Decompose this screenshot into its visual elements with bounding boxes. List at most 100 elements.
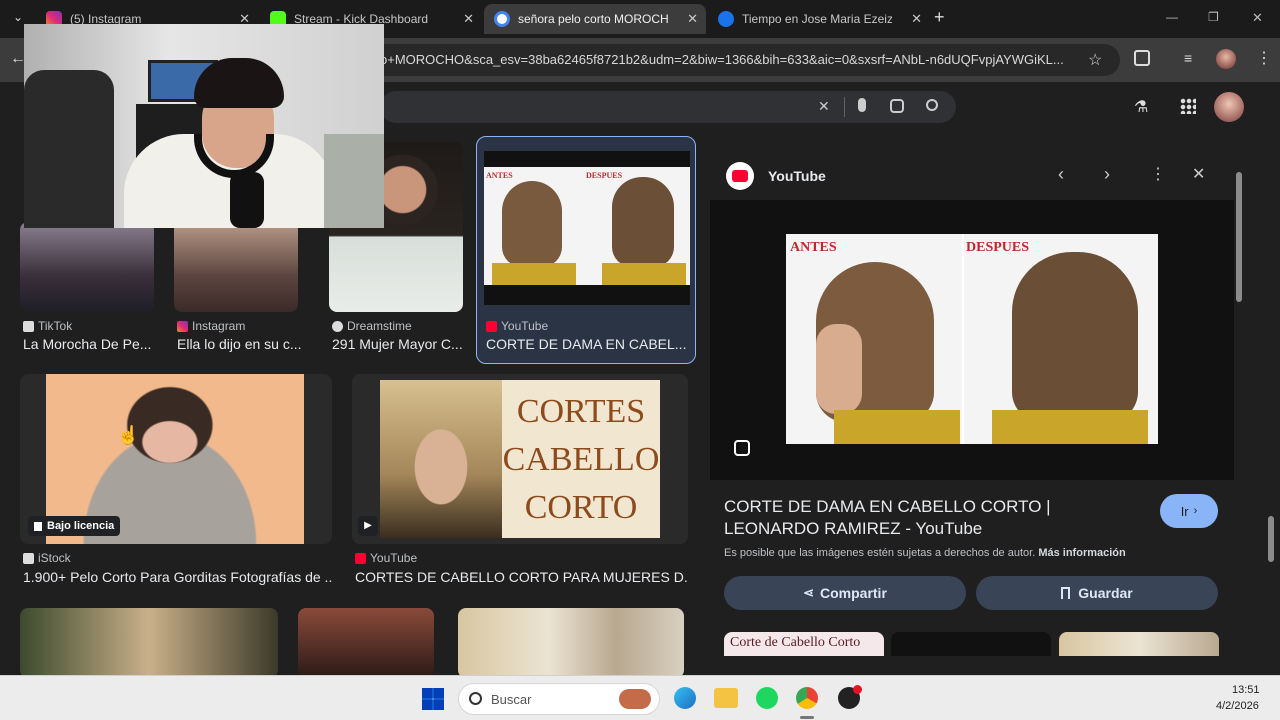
minimize-button[interactable]: — <box>1166 10 1178 24</box>
edge-icon[interactable] <box>674 687 696 709</box>
account-avatar[interactable] <box>1214 92 1244 122</box>
result-title[interactable]: 291 Mujer Mayor C... <box>332 336 472 352</box>
youtube-icon <box>486 320 497 332</box>
result-card-youtube-cortes[interactable]: CORTES CABELLO CORTO ▶ <box>352 374 688 544</box>
divider <box>844 97 845 117</box>
result-source: TikTok <box>23 319 72 333</box>
close-tab-icon[interactable]: ✕ <box>463 11 474 27</box>
previous-result-icon[interactable]: ‹ <box>1058 164 1064 185</box>
media-controls-icon[interactable]: ≡ <box>1184 50 1192 66</box>
related-label: Corte de Cabello Corto <box>730 635 861 650</box>
preview-antes-label: ANTES <box>790 240 837 255</box>
result-source: Instagram <box>177 319 245 333</box>
result-source: YouTube <box>355 551 417 565</box>
lens-icon[interactable] <box>734 440 750 456</box>
maximize-button[interactable]: ❐ <box>1208 10 1219 24</box>
close-tab-icon[interactable]: ✕ <box>911 11 922 27</box>
save-button[interactable]: Guardar <box>976 576 1218 610</box>
more-options-icon[interactable]: ⋮ <box>1150 164 1166 184</box>
result-title[interactable]: 1.900+ Pelo Corto Para Gorditas Fotograf… <box>23 569 333 585</box>
scarf-before <box>834 410 960 444</box>
lens-search-icon[interactable] <box>890 99 904 113</box>
cortes-text: CORTES CABELLO CORTO <box>502 388 660 532</box>
share-label: Compartir <box>820 585 887 601</box>
apps-grid-icon[interactable] <box>1180 98 1196 114</box>
windows-start-icon[interactable] <box>422 688 444 710</box>
instagram-icon <box>177 320 188 332</box>
taskbar-time[interactable]: 13:51 <box>1232 684 1260 696</box>
share-icon: ⋖ <box>803 585 814 600</box>
extensions-icon[interactable] <box>1134 50 1150 66</box>
scarf-after <box>992 410 1148 444</box>
thumb-image: ANTES DESPUES <box>484 167 690 285</box>
taskbar-date[interactable]: 4/2/2026 <box>1216 700 1259 712</box>
notification-dot <box>853 685 862 694</box>
source-label: Instagram <box>192 319 246 333</box>
more-info-link[interactable]: Más información <box>1038 547 1125 559</box>
page-scrollbar[interactable] <box>1268 516 1274 562</box>
result-title[interactable]: Ella lo dijo en su c... <box>177 336 317 352</box>
face-image <box>380 380 502 538</box>
result-thumbnail[interactable] <box>298 608 434 675</box>
labs-flask-icon[interactable]: ⚗ <box>1134 97 1148 117</box>
share-button[interactable]: ⋖ Compartir <box>724 576 966 610</box>
result-source: YouTube <box>486 319 548 333</box>
mouse-cursor-icon: ☝ <box>117 425 140 445</box>
right-side-object <box>324 134 384 228</box>
bookmark-icon <box>1061 587 1071 599</box>
active-app-indicator <box>800 716 814 719</box>
result-thumbnail[interactable] <box>458 608 684 675</box>
chair <box>24 70 114 228</box>
voice-search-icon[interactable] <box>858 98 866 112</box>
close-panel-icon[interactable]: ✕ <box>1192 164 1205 184</box>
result-title[interactable]: CORTES DE CABELLO CORTO PARA MUJERES D..… <box>355 569 687 585</box>
preview-image-frame[interactable]: ANTES DESPUES <box>710 200 1234 480</box>
search-box[interactable]: ✕ <box>380 91 956 123</box>
panel-title[interactable]: CORTE DE DAMA EN CABELLO CORTO | LEONARD… <box>724 496 1144 540</box>
image-divider <box>962 234 964 444</box>
more-menu-icon[interactable]: ⋮ <box>1256 48 1272 68</box>
visit-button[interactable]: Ir › <box>1160 494 1218 528</box>
visit-label: Ir <box>1180 503 1189 519</box>
related-thumbnail[interactable] <box>1059 632 1219 656</box>
close-tab-icon[interactable]: ✕ <box>687 11 698 27</box>
result-title[interactable]: CORTE DE DAMA EN CABEL... <box>486 336 686 352</box>
result-card-istock[interactable]: Bajo licencia <box>20 374 332 544</box>
panel-scrollbar[interactable] <box>1236 172 1242 302</box>
tab-weather[interactable]: Tiempo en Jose Maria Ezeiza, C ✕ <box>708 4 930 34</box>
search-icon[interactable] <box>926 99 938 111</box>
profile-avatar[interactable] <box>1216 49 1236 69</box>
spotify-icon[interactable] <box>756 687 778 709</box>
file-explorer-icon[interactable] <box>714 688 738 708</box>
tab-google-images[interactable]: señora pelo corto MOROCHO - ✕ <box>484 4 706 34</box>
bookmark-star-icon[interactable]: ☆ <box>1088 50 1102 70</box>
search-icon <box>469 692 482 705</box>
youtube-icon <box>355 552 366 564</box>
result-source: iStock <box>23 551 71 565</box>
chrome-icon[interactable] <box>796 687 818 709</box>
result-thumbnail-instagram[interactable] <box>174 222 298 312</box>
address-bar-url[interactable]: o+MOROCHO&sca_esv=38ba62465f8721b2&udm=2… <box>380 52 1080 67</box>
close-window-button[interactable]: ✕ <box>1252 10 1263 26</box>
result-thumbnail[interactable] <box>20 608 278 675</box>
clear-search-icon[interactable]: ✕ <box>818 98 830 115</box>
taskbar-search[interactable]: Buscar <box>458 683 660 715</box>
youtube-icon <box>726 162 754 190</box>
result-thumbnail-tiktok[interactable] <box>20 222 154 312</box>
related-thumbnail[interactable] <box>891 632 1051 656</box>
tab-title: señora pelo corto MOROCHO - <box>518 12 668 26</box>
copyright-text: Es posible que las imágenes estén sujeta… <box>724 547 1036 559</box>
cortes-line: CORTES <box>516 393 646 430</box>
istock-icon <box>23 552 34 564</box>
preview-image: ANTES DESPUES <box>786 234 1158 444</box>
license-icon <box>34 521 42 531</box>
result-title[interactable]: La Morocha De Pe... <box>23 336 163 352</box>
tiktok-icon <box>23 320 34 332</box>
related-thumbnail[interactable]: Corte de Cabello Corto <box>724 632 884 656</box>
new-tab-button[interactable]: + <box>934 7 945 28</box>
cortes-line: CABELLO <box>502 441 660 478</box>
result-thumbnail-cortes: CORTES CABELLO CORTO <box>380 380 660 538</box>
next-result-icon[interactable]: › <box>1104 164 1110 185</box>
microphone <box>230 172 264 228</box>
result-source: Dreamstime <box>332 319 412 333</box>
